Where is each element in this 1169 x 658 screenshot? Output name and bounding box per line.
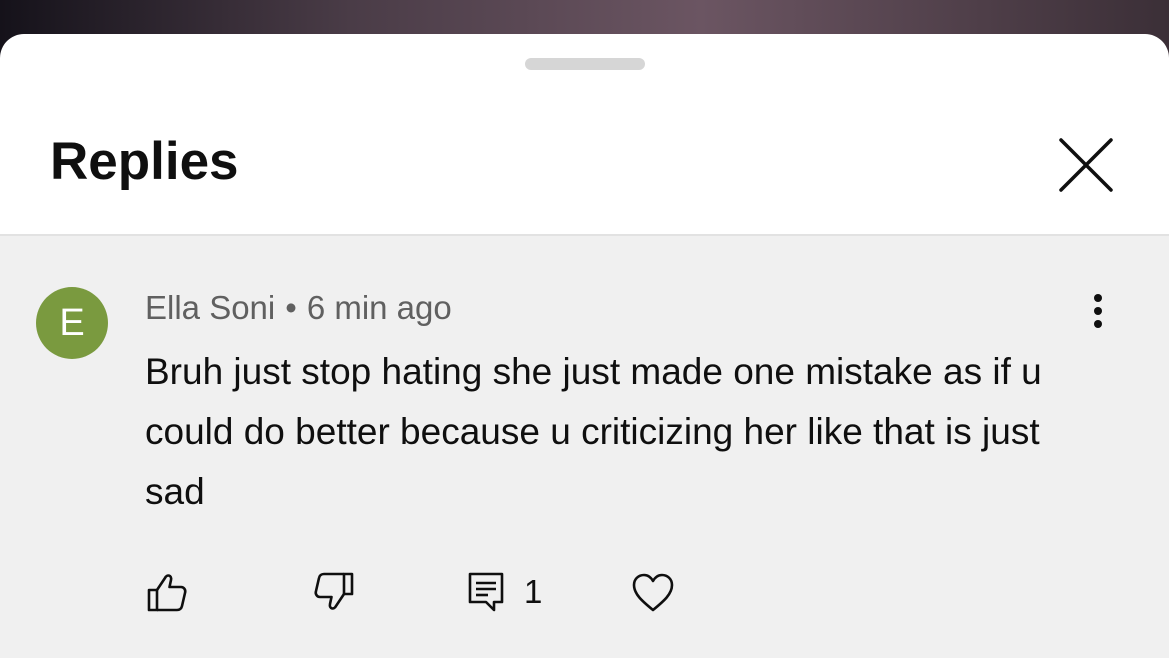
- comment-actions: 1: [0, 564, 1169, 620]
- drag-handle[interactable]: [525, 58, 645, 70]
- reply-comment: E Ella Soni • 6 min ago Bruh just stop hat…: [0, 234, 1169, 658]
- replies-title: Replies: [50, 132, 239, 191]
- reply-count: 1: [524, 573, 543, 610]
- more-vertical-icon: [1094, 294, 1102, 328]
- more-options-button[interactable]: [1080, 292, 1116, 332]
- close-icon: [1059, 138, 1113, 192]
- comment-meta: Ella Soni • 6 min ago: [145, 288, 452, 328]
- meta-separator: •: [285, 289, 297, 326]
- reply-comment-icon: [468, 572, 504, 612]
- thumbs-down-icon: [314, 572, 354, 610]
- close-button[interactable]: [1052, 131, 1120, 199]
- reply-button[interactable]: 1: [464, 564, 542, 620]
- comment-text: Bruh just stop hating she just made one …: [145, 351, 1042, 512]
- thumbs-up-icon: [147, 574, 187, 612]
- heart-button[interactable]: [630, 564, 676, 620]
- replies-sheet: Replies E Ella Soni • 6 min ago Bruh just …: [0, 34, 1169, 658]
- avatar[interactable]: E: [36, 287, 108, 359]
- like-button[interactable]: [145, 564, 189, 620]
- comment-time: 6 min ago: [306, 289, 452, 326]
- author-name[interactable]: Ella Soni: [145, 289, 275, 326]
- heart-icon: [632, 573, 674, 612]
- dislike-button[interactable]: [312, 564, 356, 620]
